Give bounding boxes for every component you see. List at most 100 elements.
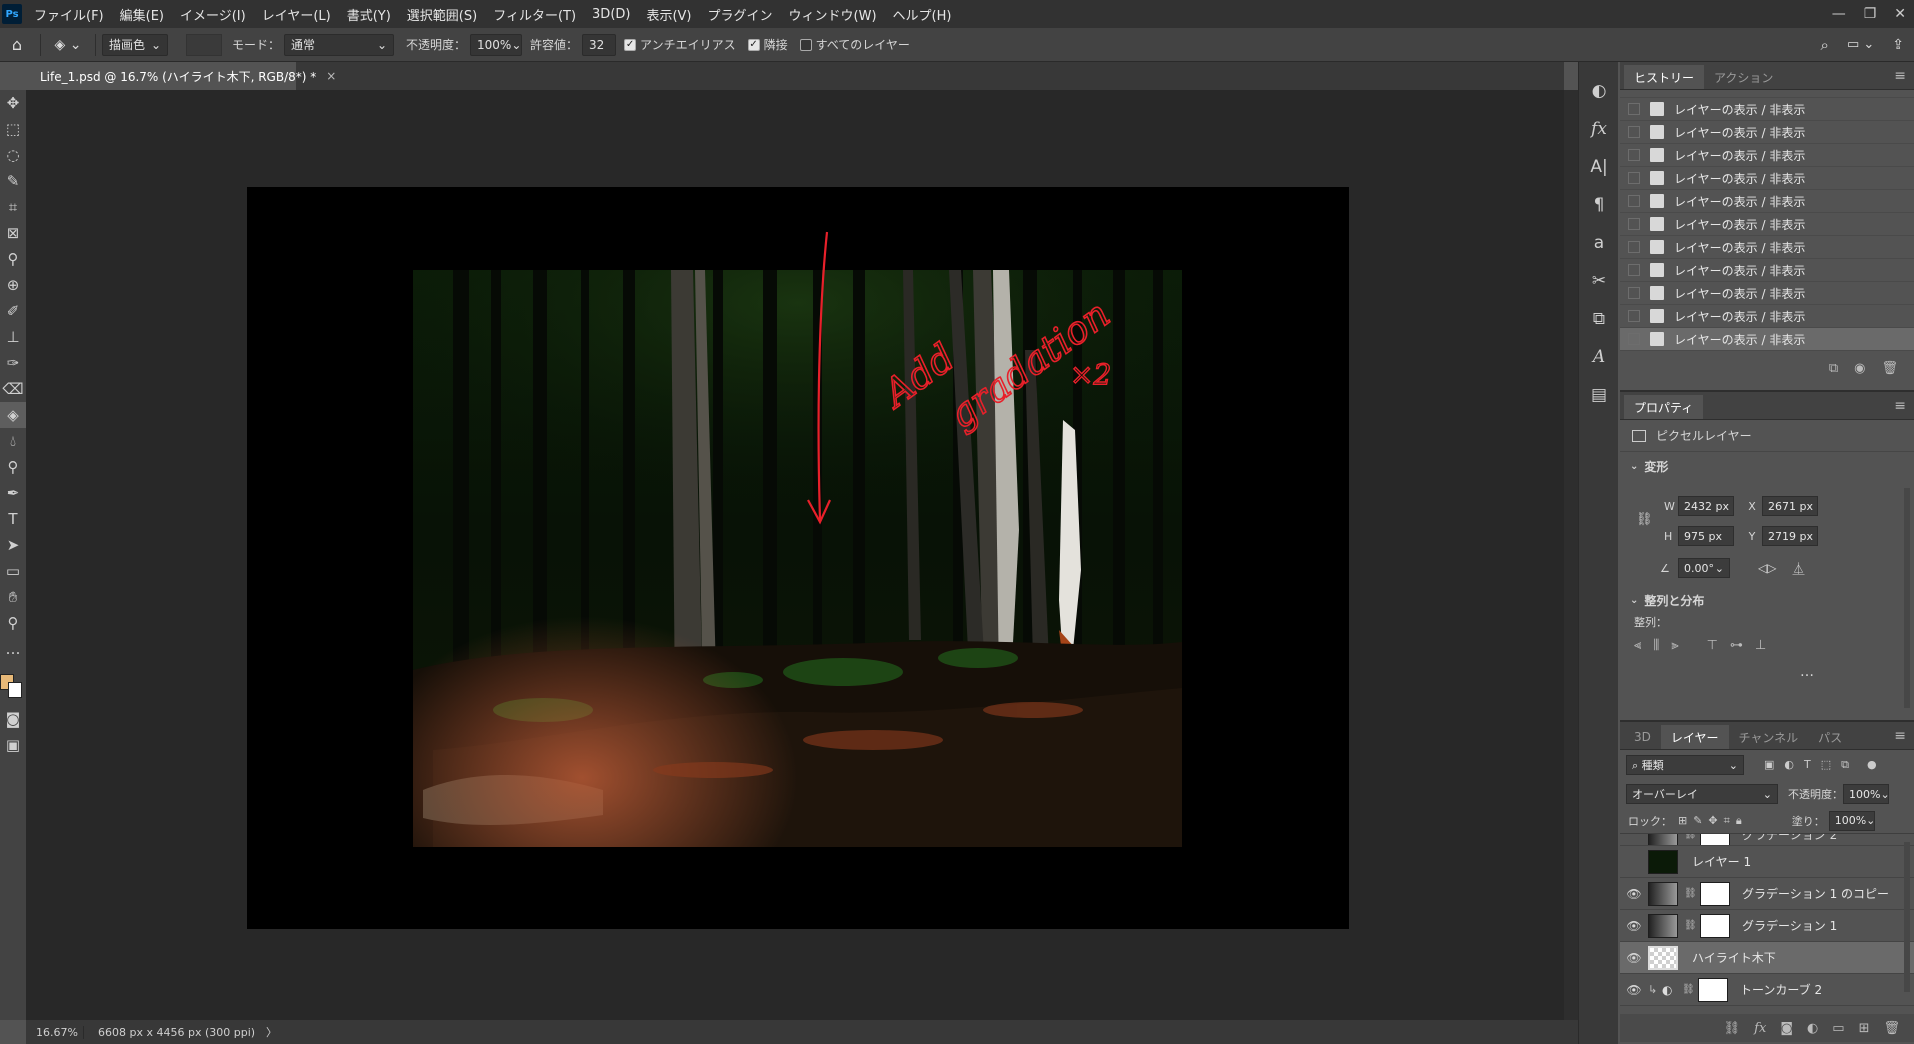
zoom-tool-icon[interactable]: ⚲	[0, 610, 26, 636]
path-select-tool-icon[interactable]: ➤	[0, 532, 26, 558]
menu-view[interactable]: 表示(V)	[638, 5, 699, 24]
panel-menu-icon[interactable]: ≡	[1894, 398, 1906, 414]
close-tab-icon[interactable]: ×	[326, 69, 336, 83]
home-icon[interactable]: ⌂	[0, 35, 34, 54]
tools-panel-icon[interactable]: ✂	[1579, 262, 1619, 300]
menu-filter[interactable]: フィルター(T)	[485, 5, 584, 24]
align-section-header[interactable]: ⌄ 整列と分布	[1630, 592, 1704, 609]
fill-source-select[interactable]: 描画色 ⌄	[102, 33, 168, 56]
layer-opacity-input[interactable]: 100% ⌄	[1843, 784, 1890, 804]
search-icon[interactable]: ⌕	[1821, 36, 1829, 54]
history-row[interactable]: レイヤーの表示 / 非表示	[1620, 190, 1914, 213]
history-checkbox[interactable]	[1628, 287, 1640, 299]
new-document-from-state-icon[interactable]: ⧉	[1829, 361, 1838, 376]
link-layers-icon[interactable]: ⛓︎	[1724, 1021, 1741, 1036]
history-row-current[interactable]: レイヤーの表示 / 非表示	[1620, 328, 1914, 351]
character-panel-icon[interactable]: A|	[1579, 148, 1619, 186]
layer-kind-filter[interactable]: ⌕ 種類 ⌄	[1626, 755, 1744, 775]
flip-vertical-icon[interactable]: ⏅	[1792, 560, 1804, 577]
tolerance-input[interactable]: 32	[582, 33, 617, 56]
align-left-icon[interactable]: ⫷	[1634, 638, 1641, 653]
all-layers-checkbox[interactable]	[799, 38, 812, 51]
blur-tool-icon[interactable]: 💧︎	[0, 428, 26, 454]
history-row[interactable]: レイヤーの表示 / 非表示	[1620, 121, 1914, 144]
align-top-icon[interactable]: ⊤	[1707, 638, 1718, 653]
minimize-button[interactable]: —	[1832, 6, 1846, 22]
healing-brush-tool-icon[interactable]: ⊕	[0, 272, 26, 298]
paint-bucket-preset-icon[interactable]: ◈ ⌄	[47, 37, 89, 53]
lasso-tool-icon[interactable]: ◌	[0, 142, 26, 168]
layer-row-clipped[interactable]: ⛓︎ グラデーション 2	[1620, 834, 1914, 846]
history-brush-tool-icon[interactable]: ✑	[0, 350, 26, 376]
quick-mask-icon[interactable]: ◙	[0, 706, 26, 732]
y-input[interactable]: 2719 px	[1762, 526, 1818, 546]
layer-row-selected[interactable]: 👁︎ ハイライト木下	[1620, 942, 1914, 974]
filter-smart-object-icon[interactable]: ⧉	[1841, 758, 1849, 772]
history-row[interactable]: レイヤーの表示 / 非表示	[1620, 305, 1914, 328]
document-tab[interactable]: Life_1.psd @ 16.7% (ハイライト木下, RGB/8*) * ×	[26, 62, 336, 90]
mode-select[interactable]: 通常 ⌄	[284, 33, 395, 56]
add-mask-icon[interactable]: ◙	[1780, 1021, 1793, 1036]
menu-image[interactable]: イメージ(I)	[172, 5, 254, 24]
menu-window[interactable]: ウィンドウ(W)	[781, 5, 885, 24]
h-input[interactable]: 975 px	[1678, 526, 1734, 546]
status-arrow-icon[interactable]: 〉	[260, 1024, 277, 1040]
pen-tool-icon[interactable]: ✒	[0, 480, 26, 506]
filter-toggle-icon[interactable]: ●	[1867, 758, 1877, 772]
libraries-panel-icon[interactable]: ⧉	[1579, 300, 1619, 338]
new-layer-icon[interactable]: ⊞	[1859, 1021, 1870, 1036]
eraser-tool-icon[interactable]: ⌫	[0, 376, 26, 402]
layer-row[interactable]: 👁︎ ↳ ◐ ⛓︎ トーンカーブ 2	[1620, 974, 1914, 1006]
layer-row[interactable]: レイヤー 1	[1620, 846, 1914, 878]
paint-bucket-tool-icon[interactable]: ◈	[0, 402, 26, 428]
eye-icon[interactable]: 👁︎	[1620, 887, 1648, 901]
align-bottom-icon[interactable]: ⊥	[1755, 638, 1766, 653]
zoom-level[interactable]: 16.67%	[26, 1025, 84, 1039]
new-adjustment-icon[interactable]: ◐	[1807, 1021, 1818, 1036]
canvas-vertical-scrollbar[interactable]	[1564, 90, 1578, 1020]
align-center-h-icon[interactable]: ⫼	[1653, 638, 1659, 653]
color-panel-icon[interactable]: ◐	[1579, 72, 1619, 110]
contiguous-checkbox[interactable]: ✓	[747, 38, 760, 51]
history-row[interactable]: レイヤーの表示 / 非表示	[1620, 236, 1914, 259]
history-checkbox[interactable]	[1628, 195, 1640, 207]
eyedropper-tool-icon[interactable]: ⚲	[0, 246, 26, 272]
tab-channels[interactable]: チャンネル	[1729, 725, 1809, 749]
layer-style-fx-icon[interactable]: fx	[1754, 1021, 1766, 1036]
frame-tool-icon[interactable]: ⊠	[0, 220, 26, 246]
antialias-checkbox[interactable]: ✓	[624, 38, 637, 51]
transform-section-header[interactable]: ⌄ 変形	[1620, 452, 1914, 480]
more-tools-icon[interactable]: …	[0, 636, 26, 662]
history-checkbox[interactable]	[1628, 218, 1640, 230]
type-tool-icon[interactable]: T	[0, 506, 26, 532]
history-checkbox[interactable]	[1628, 126, 1640, 138]
eye-icon[interactable]: 👁︎	[1620, 983, 1648, 997]
workspace-icon[interactable]: ▭ ⌄	[1847, 37, 1874, 52]
history-checkbox[interactable]	[1628, 241, 1640, 253]
history-checkbox[interactable]	[1628, 172, 1640, 184]
tab-actions[interactable]: アクション	[1704, 65, 1783, 89]
close-window-button[interactable]: ✕	[1894, 6, 1906, 22]
screen-mode-icon[interactable]: ▣	[0, 732, 26, 758]
history-row[interactable]: レイヤーの表示 / 非表示	[1620, 259, 1914, 282]
angle-input[interactable]: 0.00° ⌄	[1678, 558, 1730, 578]
glyphs-panel-icon[interactable]: a	[1579, 224, 1619, 262]
properties-scrollbar[interactable]	[1904, 488, 1910, 708]
align-right-icon[interactable]: ⫸	[1671, 638, 1678, 653]
history-checkbox[interactable]	[1628, 310, 1640, 322]
panel-menu-icon[interactable]: ≡	[1894, 68, 1906, 84]
opacity-input[interactable]: 100% ⌄	[470, 33, 523, 56]
tab-3d[interactable]: 3D	[1624, 725, 1661, 749]
marquee-tool-icon[interactable]: ⬚	[0, 116, 26, 142]
lock-options-icons[interactable]: ⊞✎✥⌗🔒︎	[1678, 814, 1748, 828]
history-row[interactable]: レイヤーの表示 / 非表示	[1620, 167, 1914, 190]
panel-menu-icon[interactable]: ≡	[1894, 728, 1906, 744]
menu-layer[interactable]: レイヤー(L)	[254, 5, 339, 24]
history-row[interactable]: レイヤーの表示 / 非表示	[1620, 144, 1914, 167]
delete-layer-icon[interactable]: 🗑︎	[1883, 1021, 1900, 1036]
tab-layers[interactable]: レイヤー	[1660, 725, 1729, 749]
new-group-folder-icon[interactable]: ▭	[1832, 1021, 1844, 1036]
restore-button[interactable]: ❐	[1864, 6, 1877, 22]
history-row[interactable]: レイヤーの表示 / 非表示	[1620, 213, 1914, 236]
menu-file[interactable]: ファイル(F)	[26, 5, 112, 24]
